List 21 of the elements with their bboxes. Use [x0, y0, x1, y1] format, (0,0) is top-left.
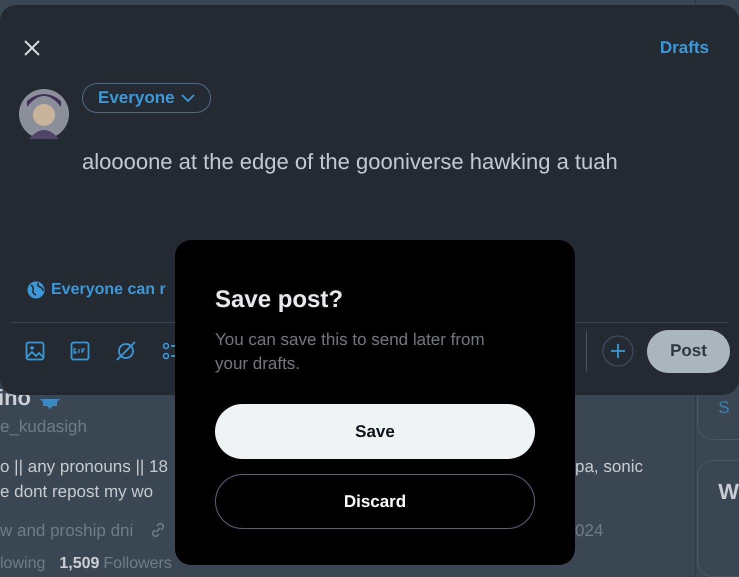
dialog-title: Save post? [215, 285, 344, 315]
bio-text: e dont repost my wo [0, 480, 154, 502]
bio-text: pa, sonic [575, 456, 644, 478]
globe-icon [27, 281, 45, 299]
save-button[interactable]: Save [215, 404, 535, 459]
dialog-message: You can save this to send later from your drafts. [215, 329, 486, 375]
gif-icon[interactable] [70, 341, 90, 361]
bio-text: o || any pronouns || 18 [0, 456, 168, 478]
sidebar-heading: W [718, 479, 739, 504]
add-icon[interactable] [602, 335, 634, 367]
reply-setting-button[interactable]: Everyone can r [51, 278, 166, 302]
image-icon[interactable] [25, 341, 45, 361]
circle-slash-icon[interactable] [115, 340, 137, 362]
close-icon[interactable] [22, 38, 42, 58]
audience-button[interactable]: Everyone [82, 83, 211, 113]
post-text-field[interactable]: aloooone at the edge of the gooniverse hawking a tuah [82, 145, 618, 178]
avatar [19, 89, 69, 139]
discard-button[interactable]: Discard [215, 474, 535, 529]
followers-count: 1,509 [59, 555, 100, 573]
chevron-down-icon [180, 93, 195, 103]
drafts-link[interactable]: Drafts [660, 35, 709, 61]
